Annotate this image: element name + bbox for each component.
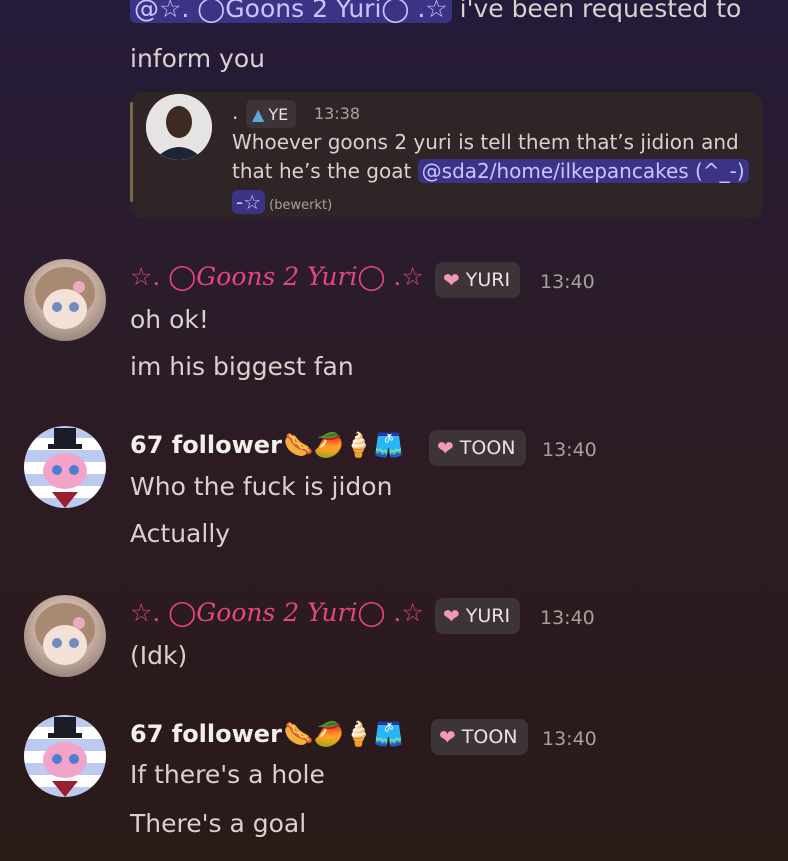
author-emojis: 🌭🥭🍦🩳 [283,720,404,748]
heart-icon: ❤ [443,268,460,292]
tag-label: YURI [465,605,511,627]
role-tag-yuri[interactable]: ❤ YURI [435,598,521,634]
author-label: 67 follower [130,720,282,748]
tag-label: TOON [461,726,518,748]
author-emojis: 🌭🥭🍦🩳 [283,431,404,459]
author-suffix: ◯ .☆ [357,598,424,627]
author-mid: Goons 2 Yuri [196,262,358,291]
top-message-line-2: inform you [130,44,265,73]
reply-avatar[interactable] [146,94,212,160]
author-name-yuri[interactable]: ☆. ◯Goons 2 Yuri◯ .☆ [130,262,424,291]
timestamp: 13:40 [540,607,595,629]
author-name-yuri[interactable]: ☆. ◯Goons 2 Yuri◯ .☆ [130,598,424,627]
reply-line-3: -☆ (bewerkt) [232,190,332,214]
mention-tail[interactable]: -☆ [232,190,266,214]
author-name-toon[interactable]: 67 follower🌭🥭🍦🩳 [130,431,403,459]
message-text: There's a goal [130,809,307,838]
top-message-line-1: @☆. ◯Goons 2 Yuri◯ .☆ i've been requeste… [130,0,741,23]
heart-icon: ❤ [437,436,454,460]
author-name-toon[interactable]: 67 follower🌭🥭🍦🩳 [130,720,403,748]
reply-embed[interactable]: . ▲ YE 13:38 Whoever goons 2 yuri is tel… [130,92,763,219]
reply-bar [130,102,133,202]
tag-label: YURI [465,269,511,291]
avatar-toon[interactable] [24,426,106,508]
role-tag-toon[interactable]: ❤ TOON [429,430,526,466]
mushroom-icon: ▲ [252,104,265,124]
reply-role-tag[interactable]: ▲ YE [246,100,297,128]
heart-icon: ❤ [439,725,456,749]
mention-yuri[interactable]: @☆. ◯Goons 2 Yuri◯ .☆ [130,0,452,23]
avatar-toon[interactable] [24,715,106,797]
author-prefix: ☆. ◯ [130,262,197,291]
top-message-text: i've been requested to [459,0,742,23]
message-text: oh ok! [130,305,209,334]
role-tag-toon[interactable]: ❤ TOON [431,719,528,755]
message-text: im his biggest fan [130,352,354,381]
timestamp: 13:40 [542,728,597,750]
role-tag-yuri[interactable]: ❤ YURI [435,262,521,298]
reply-tag-label: YE [268,104,289,124]
avatar-yuri[interactable] [24,259,106,341]
timestamp: 13:40 [542,439,597,461]
reply-line-1: Whoever goons 2 yuri is tell them that’s… [232,130,739,154]
mention-sda2[interactable]: @sda2/home/ilkepancakes (^_-) [417,159,749,183]
reply-line-2: that he’s the goat @sda2/home/ilkepancak… [232,159,749,183]
heart-icon: ❤ [443,604,460,628]
message-text: Actually [130,519,231,548]
tag-label: TOON [459,437,516,459]
reply-line-2-text: that he’s the goat [232,159,418,183]
avatar-yuri[interactable] [24,595,106,677]
edited-label: (bewerkt) [269,198,333,213]
author-label: 67 follower [130,431,282,459]
author-suffix: ◯ .☆ [357,262,424,291]
message-text: (Idk) [130,641,188,670]
reply-timestamp: 13:38 [314,104,361,123]
message-text: Who the fuck is jidon [130,472,393,501]
reply-dot: . [232,100,239,124]
message-text: If there's a hole [130,760,325,789]
author-mid: Goons 2 Yuri [196,598,358,627]
author-prefix: ☆. ◯ [130,598,197,627]
timestamp: 13:40 [540,271,595,293]
